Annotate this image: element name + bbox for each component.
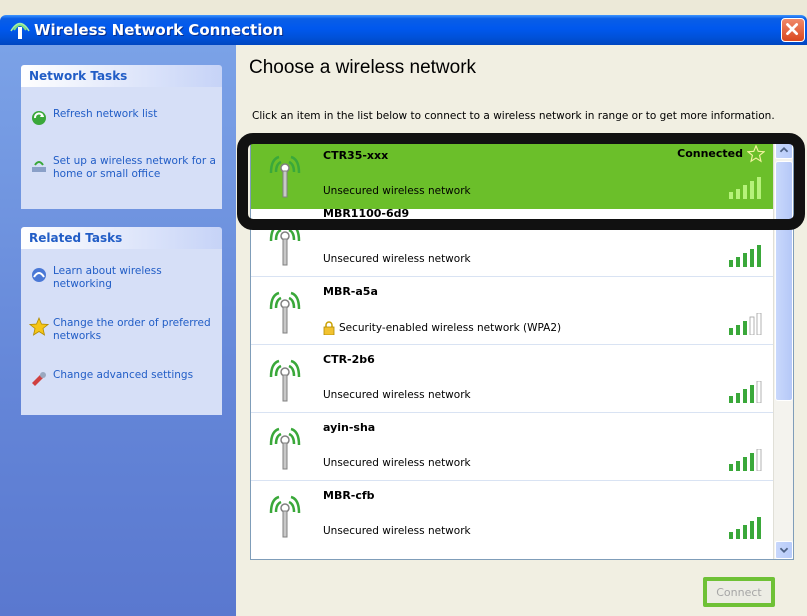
change-advanced-settings-label: Change advanced settings <box>53 369 194 381</box>
chevron-down-icon <box>779 547 789 554</box>
scroll-down-button[interactable] <box>775 541 793 559</box>
signal-strength-icon <box>729 449 762 471</box>
network-security-status: Unsecured wireless network <box>323 525 471 537</box>
signal-strength-icon <box>729 381 762 403</box>
network-name: MBR-cfb <box>323 489 375 502</box>
related-tasks-panel: Learn about wireless networking Change t… <box>21 249 222 415</box>
network-name: MBR-a5a <box>323 285 378 298</box>
highlight-annotation <box>237 133 805 230</box>
wireless-antenna-icon <box>269 427 301 470</box>
related-tasks-header[interactable]: Related Tasks <box>21 227 222 249</box>
instructions-text: Click an item in the list below to conne… <box>252 110 775 122</box>
change-advanced-settings-link[interactable]: Change advanced settings <box>29 369 219 389</box>
network-name: CTR-2b6 <box>323 353 375 366</box>
help-icon <box>32 268 46 282</box>
network-name: ayin-sha <box>323 421 376 434</box>
network-security-label: Security-enabled wireless network (WPA2) <box>339 322 562 334</box>
refresh-network-list-label: Refresh network list <box>53 108 158 120</box>
wireless-antenna-icon <box>269 495 301 538</box>
network-security-label: Unsecured wireless network <box>323 389 471 401</box>
network-security-status: Unsecured wireless network <box>323 389 471 401</box>
setup-wireless-network-link[interactable]: Set up a wireless network for a home or … <box>29 155 219 181</box>
refresh-network-list-link[interactable]: Refresh network list <box>29 108 219 128</box>
change-order-preferred-link[interactable]: Change the order of preferred networks <box>29 317 219 343</box>
wireless-icon <box>10 22 30 39</box>
network-security-label: Unsecured wireless network <box>323 253 471 265</box>
network-item-ctr-2b6[interactable]: CTR-2b6 Unsecured wireless network <box>251 345 773 413</box>
setup-network-icon <box>32 161 46 172</box>
network-security-label: Unsecured wireless network <box>323 457 471 469</box>
network-security-status: Unsecured wireless network <box>323 253 471 265</box>
learn-about-wireless-link[interactable]: Learn about wireless networking <box>29 265 219 291</box>
wireless-network-window: Wireless Network Connection Network Task… <box>0 0 807 616</box>
settings-icon <box>32 372 46 386</box>
network-tasks-header[interactable]: Network Tasks <box>21 65 222 87</box>
content-area: Choose a wireless network Click an item … <box>236 45 807 616</box>
learn-about-wireless-label: Learn about wireless networking <box>53 265 162 290</box>
network-security-status: Security-enabled wireless network (WPA2) <box>323 321 561 335</box>
change-order-preferred-label: Change the order of preferred networks <box>53 317 211 342</box>
network-security-status: Unsecured wireless network <box>323 457 471 469</box>
signal-strength-icon <box>729 245 761 267</box>
refresh-icon <box>32 111 46 125</box>
network-security-label: Unsecured wireless network <box>323 525 471 537</box>
network-item-mbr-cfb[interactable]: MBR-cfb Unsecured wireless network <box>251 481 773 549</box>
network-item-ayin-sha[interactable]: ayin-sha Unsecured wireless network <box>251 413 773 481</box>
lock-icon <box>323 321 335 335</box>
wireless-antenna-icon <box>269 359 301 402</box>
connect-button[interactable]: Connect <box>703 577 775 607</box>
signal-strength-icon <box>729 313 762 335</box>
wireless-antenna-icon <box>269 291 301 334</box>
close-button[interactable] <box>781 18 805 42</box>
page-title: Choose a wireless network <box>249 57 477 78</box>
star-icon <box>29 317 49 336</box>
window-title: Wireless Network Connection <box>34 21 284 39</box>
network-item-mbr-a5a[interactable]: MBR-a5a Security-enabled wireless networ… <box>251 277 773 345</box>
signal-strength-icon <box>729 517 761 539</box>
network-tasks-panel: Refresh network list Set up a wireless n… <box>21 87 222 209</box>
title-bar[interactable]: Wireless Network Connection <box>0 15 807 45</box>
task-pane: Network Tasks Refresh network list Set u… <box>0 45 236 616</box>
close-icon <box>786 23 799 36</box>
setup-wireless-network-label: Set up a wireless network for a home or … <box>53 155 216 180</box>
